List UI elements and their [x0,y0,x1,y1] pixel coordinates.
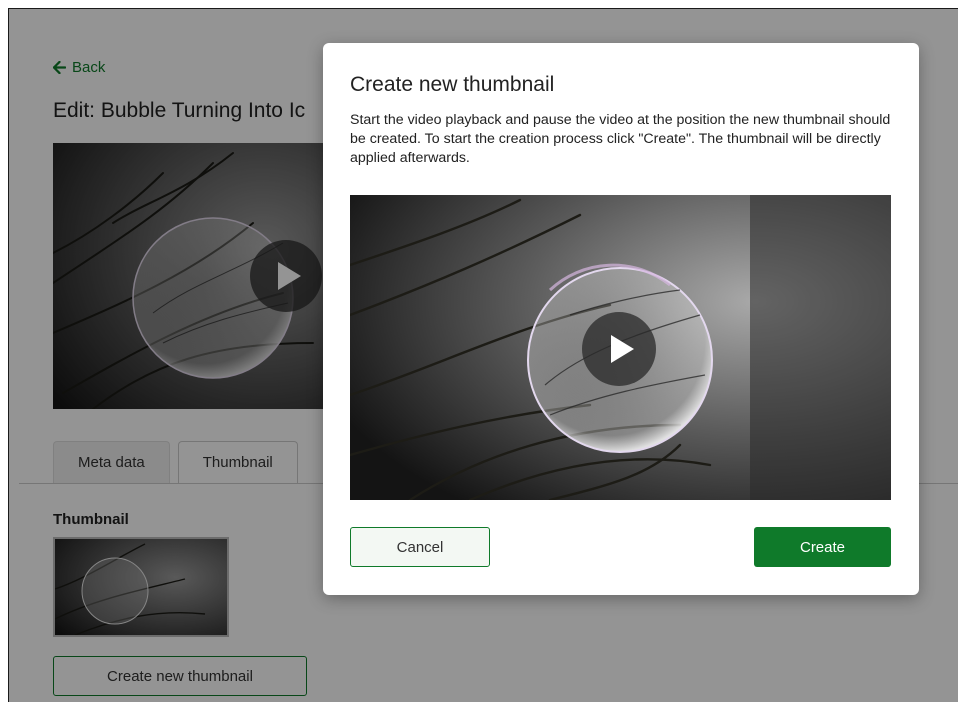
dialog-title: Create new thumbnail [350,73,555,96]
app-frame: Back Edit: Bubble Turning Into Ic Meta d… [8,8,958,702]
cancel-button[interactable]: Cancel [350,527,490,567]
play-icon[interactable] [581,311,657,387]
video-player[interactable] [350,195,891,500]
dialog-description: Start the video playback and pause the v… [350,112,891,166]
create-thumbnail-dialog: Create new thumbnail Start the video pla… [323,43,919,595]
create-button[interactable]: Create [754,527,891,567]
